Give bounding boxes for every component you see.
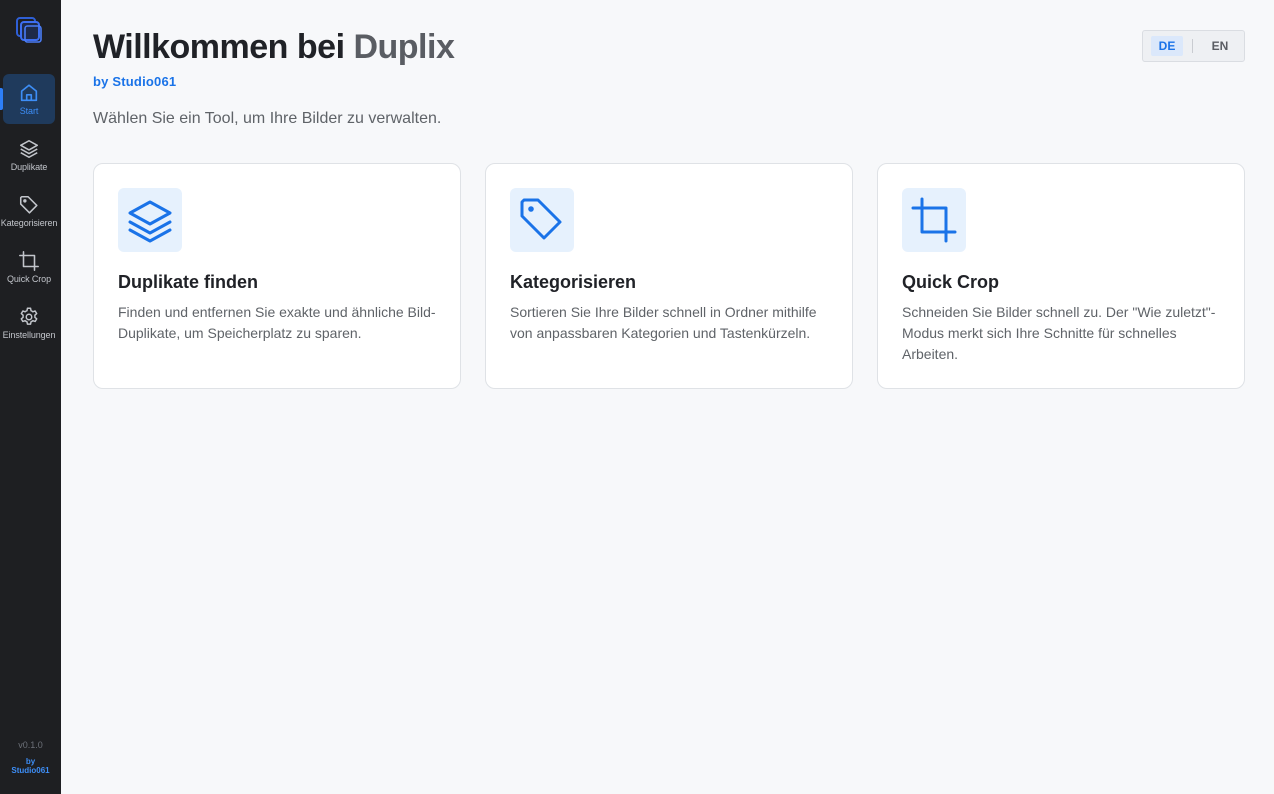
language-divider: [1192, 39, 1193, 53]
page-subtitle: Wählen Sie ein Tool, um Ihre Bilder zu v…: [93, 110, 442, 127]
sidebar-item-kategorisieren[interactable]: Kategorisieren: [0, 186, 58, 236]
card-title: Quick Crop: [902, 272, 1000, 292]
home-icon: [20, 84, 38, 102]
crop-icon: [19, 251, 39, 271]
sidebar-item-start[interactable]: Start: [3, 74, 55, 124]
sidebar-item-duplikate[interactable]: Duplikate: [3, 130, 55, 180]
sidebar-item-label: Einstellungen: [2, 330, 56, 340]
tag-icon: [19, 195, 38, 214]
sidebar-item-einstellungen[interactable]: Einstellungen: [3, 298, 55, 348]
page-title: Willkommen bei Duplix: [93, 28, 455, 67]
app-logo-icon: [16, 17, 42, 43]
sidebar-item-quick-crop[interactable]: Quick Crop: [3, 242, 55, 292]
page-title-brand: Duplix: [353, 28, 455, 66]
card-title: Kategorisieren: [510, 272, 637, 292]
layers-icon: [19, 139, 39, 159]
sidebar: Start Duplikate Kategorisieren Quick Cro…: [0, 0, 61, 794]
language-de-button[interactable]: DE: [1151, 36, 1183, 56]
crop-icon: [911, 197, 957, 243]
app-version: v0.1.0: [18, 740, 43, 750]
sidebar-item-label: Quick Crop: [6, 274, 51, 284]
page-title-prefix: Willkommen bei: [93, 28, 354, 66]
sidebar-item-label: Kategorisieren: [0, 218, 58, 228]
gear-icon: [20, 307, 38, 325]
card-description: Schneiden Sie Bilder schnell zu. Der "Wi…: [902, 304, 1216, 362]
tool-card-quick-crop[interactable]: Quick Crop Schneiden Sie Bilder schnell …: [877, 163, 1245, 389]
card-icon-box: [118, 188, 182, 252]
card-title: Duplikate finden: [118, 272, 259, 292]
card-description: Sortieren Sie Ihre Bilder schnell in Ord…: [510, 304, 817, 341]
language-en-button[interactable]: EN: [1204, 36, 1236, 56]
language-switch: DE EN: [1142, 30, 1245, 62]
sidebar-item-label: Start: [19, 106, 39, 116]
card-icon-box: [510, 188, 574, 252]
card-icon-box: [902, 188, 966, 252]
sidebar-item-label: Duplikate: [10, 162, 48, 172]
card-description: Finden und entfernen Sie exakte und ähnl…: [118, 304, 436, 341]
sidebar-credit-studio: Studio061: [11, 766, 50, 775]
layers-icon: [128, 200, 172, 243]
tool-card-duplikate[interactable]: Duplikate finden Finden und entfernen Si…: [93, 163, 461, 389]
tag-icon: [520, 198, 562, 240]
byline: by Studio061: [93, 74, 177, 89]
tool-card-kategorisieren[interactable]: Kategorisieren Sortieren Sie Ihre Bilder…: [485, 163, 853, 389]
sidebar-credit-by: by: [25, 757, 36, 766]
